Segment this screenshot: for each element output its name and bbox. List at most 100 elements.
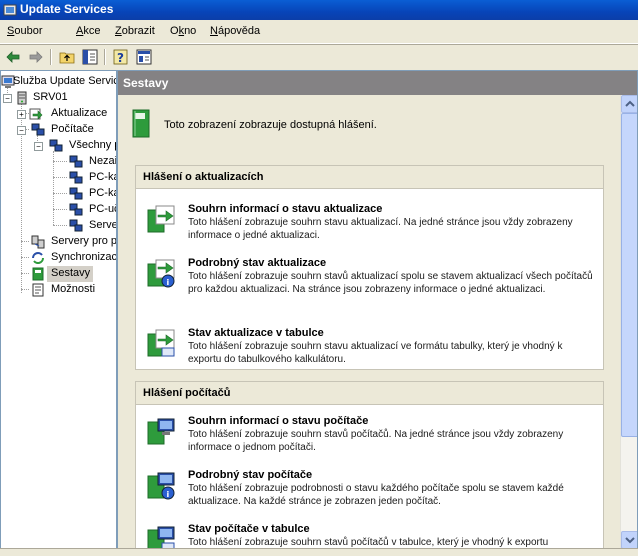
menu-akce[interactable]: Akce	[76, 25, 100, 37]
tree-item-group2[interactable]: PC-kancelář	[1, 170, 116, 186]
report-description: Toto hlášení zobrazuje podrobnosti o sta…	[188, 483, 564, 507]
server-icon	[17, 91, 27, 105]
computers-icon	[69, 187, 83, 200]
menu-soubor[interactable]: Soubor	[7, 25, 42, 37]
tree-label-root: Služba Update Services	[13, 75, 116, 87]
report-item[interactable]: Souhrn informací o stavu počítače Toto h…	[136, 415, 603, 455]
report-title[interactable]: Podrobný stav počítače	[188, 469, 312, 481]
info-panel: Toto zobrazení zobrazuje dostupná hlášen…	[118, 95, 620, 162]
forward-arrow-icon[interactable]	[27, 48, 45, 66]
toolbar: ?	[0, 44, 638, 69]
downstream-servers-icon	[31, 235, 45, 249]
svg-text:i: i	[167, 490, 170, 499]
report-title[interactable]: Stav počítače v tabulce	[188, 523, 310, 535]
scroll-up-icon	[625, 100, 635, 107]
report-item[interactable]: Souhrn informací o stavu aktualizace Tot…	[136, 203, 603, 243]
computers-icon	[69, 171, 83, 184]
tree-item-group1[interactable]: Nezařazené	[1, 154, 116, 170]
tree-item-sestavy[interactable]: Sestavy	[29, 266, 93, 282]
svg-text:i: i	[167, 278, 170, 287]
reports-list: Hlášení o aktualizacích Souhrn informací…	[118, 161, 620, 549]
tree-item-synchronizace[interactable]: Synchronizace	[1, 250, 116, 266]
svg-text:?: ?	[117, 51, 124, 65]
tree-item-root[interactable]: Služba Update Services	[1, 74, 116, 90]
scroll-down-button[interactable]	[621, 531, 637, 549]
scroll-thumb[interactable]	[621, 113, 637, 437]
window-title: Update Services	[20, 2, 114, 16]
section-title: Hlášení počítačů	[143, 387, 231, 399]
report-item[interactable]: Stav aktualizace v tabulce Toto hlášení …	[136, 327, 603, 367]
tree-label-group3: PC-kancelář2	[89, 187, 116, 199]
report-title[interactable]: Souhrn informací o stavu aktualizace	[188, 203, 382, 215]
up-folder-icon[interactable]	[58, 48, 76, 66]
report-item[interactable]: i Podrobný stav aktualizace Toto hlášení…	[136, 257, 603, 312]
collapse-icon[interactable]: −	[3, 94, 12, 103]
tree-label-moznosti: Možnosti	[51, 283, 96, 295]
tree-item-vsechny[interactable]: − Všechny počítače	[1, 138, 116, 154]
synchronization-icon	[32, 252, 44, 264]
tree-label-aktualizace: Aktualizace	[51, 107, 108, 119]
collapse-icon[interactable]: −	[17, 126, 26, 135]
menu-okno[interactable]: Okno	[170, 25, 196, 37]
tree-item-group4[interactable]: PC-učebna	[1, 202, 116, 218]
tree-label-group2: PC-kancelář	[89, 171, 117, 183]
report-item[interactable]: Stav počítače v tabulce Toto hlášení zob…	[136, 523, 603, 549]
tree-item-aktualizace[interactable]: + Aktualizace	[1, 106, 116, 122]
options-icon	[32, 283, 44, 297]
tree-item-group5[interactable]: Servery	[1, 218, 116, 234]
report-description: Toto hlášení zobrazuje souhrn stavu aktu…	[188, 341, 563, 365]
section-header: Hlášení o aktualizacích	[136, 166, 603, 189]
pane-title: Sestavy	[123, 76, 169, 90]
update-detailed-report-icon: i	[147, 259, 175, 288]
help-icon[interactable]: ?	[112, 48, 130, 66]
report-description: Toto hlášení zobrazuje souhrn stavu aktu…	[188, 217, 573, 241]
section-computer-reports: Hlášení počítačů Souhrn informací o stav…	[135, 381, 604, 549]
computer-tabular-report-icon	[147, 526, 175, 549]
report-title[interactable]: Podrobný stav aktualizace	[188, 257, 326, 269]
report-book-icon	[132, 109, 150, 138]
expand-icon[interactable]: +	[17, 110, 26, 119]
tree-item-pocitace[interactable]: − Počítače	[1, 122, 116, 138]
computers-icon	[69, 219, 83, 232]
scroll-down-icon	[625, 537, 635, 544]
show-hide-tree-icon[interactable]	[81, 48, 99, 66]
info-text: Toto zobrazení zobrazuje dostupná hlášen…	[164, 119, 377, 131]
title-bar: Update Services	[0, 0, 638, 20]
menu-bar: Soubor Akce Zobrazit Okno Nápověda	[0, 20, 638, 44]
tree-item-srv01[interactable]: − SRV01	[1, 90, 116, 106]
report-title[interactable]: Stav aktualizace v tabulce	[188, 327, 324, 339]
console-tree: Služba Update Services − SRV01 + Aktuali…	[0, 70, 117, 550]
pane-header: Sestavy	[118, 71, 637, 95]
tree-item-moznosti[interactable]: Možnosti	[1, 282, 116, 298]
vertical-scrollbar[interactable]	[620, 95, 637, 549]
report-item[interactable]: i Podrobný stav počítače Toto hlášení zo…	[136, 469, 603, 509]
tree-label-group4: PC-učebna	[89, 203, 116, 215]
tree-item-group3[interactable]: PC-kancelář2	[1, 186, 116, 202]
tree-label-group1: Nezařazené	[89, 155, 117, 167]
computers-icon	[69, 155, 83, 168]
menu-zobrazit[interactable]: Zobrazit	[115, 25, 155, 37]
updates-icon	[29, 108, 43, 120]
section-update-reports: Hlášení o aktualizacích Souhrn informací…	[135, 165, 604, 370]
scroll-up-button[interactable]	[621, 95, 637, 113]
report-title[interactable]: Souhrn informací o stavu počítače	[188, 415, 368, 427]
tree-label-srv01: SRV01	[33, 91, 68, 103]
section-header: Hlášení počítačů	[136, 382, 603, 405]
computers-icon	[31, 123, 45, 136]
report-description: Toto hlášení zobrazuje souhrn stavů aktu…	[188, 271, 593, 295]
properties-icon[interactable]	[135, 48, 153, 66]
back-arrow-icon[interactable]	[4, 48, 22, 66]
section-title: Hlášení o aktualizacích	[143, 171, 264, 183]
tree-item-servery-pro-podrizene[interactable]: Servery pro podřízené	[1, 234, 116, 250]
collapse-icon[interactable]: −	[34, 142, 43, 151]
tree-label-vsechny: Všechny počítače	[69, 139, 116, 151]
report-description: Toto hlášení zobrazuje souhrn stavů počí…	[188, 429, 564, 453]
computers-icon	[49, 139, 63, 152]
computer-summary-report-icon	[147, 418, 175, 445]
tree-label-pocitace: Počítače	[51, 123, 94, 135]
update-tabular-report-icon	[147, 329, 175, 357]
details-pane: Sestavy Toto zobrazení zobrazuje dostupn…	[117, 70, 638, 550]
menu-napoveda[interactable]: Nápověda	[210, 25, 260, 37]
tree-label-synchronizace: Synchronizace	[51, 251, 117, 263]
reports-icon	[32, 267, 44, 281]
